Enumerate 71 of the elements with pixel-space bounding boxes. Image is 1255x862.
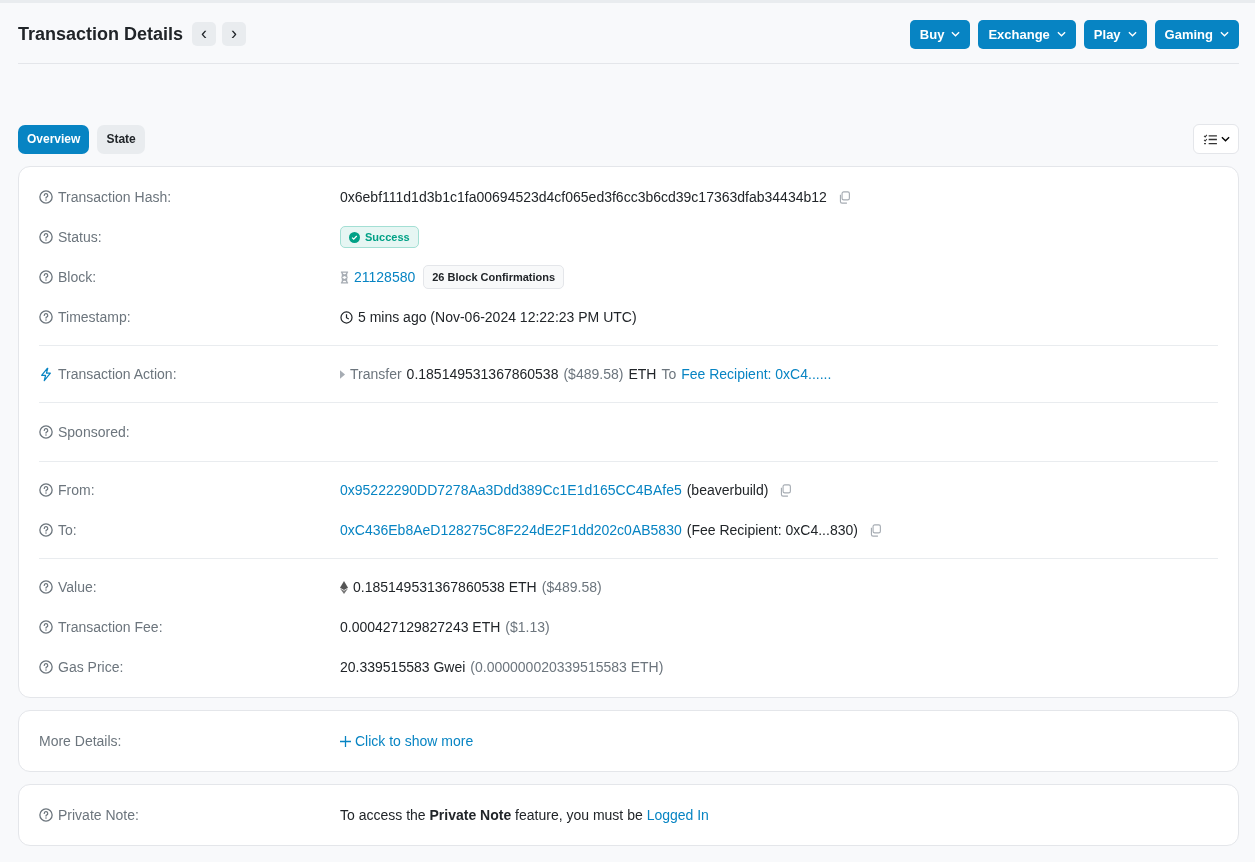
help-icon[interactable] [39,230,53,244]
check-circle-icon [349,231,360,243]
help-icon[interactable] [39,190,53,204]
show-more-link[interactable]: Click to show more [340,733,474,749]
field-label: To: [58,522,77,538]
chevron-down-icon [951,31,961,37]
value-text: 20.339515583 Gwei [340,659,466,675]
value-text: 0x6ebf111d1d3b1c1fa00694523d4cf065ed3f6cc3b6cd39c17363dfab34434b12 [340,189,827,205]
help-icon[interactable] [39,270,53,284]
field-label: Transaction Action: [58,366,177,382]
value-text: 0.185149531367860538 [406,366,559,382]
plus-icon [340,735,351,747]
field-label: From: [58,482,95,498]
lightning-icon [39,366,53,382]
field-label: Status: [58,229,102,245]
address-link[interactable]: 0x95222290DD7278Aa3Ddd389Cc1E1d165CC4BAfe5 [340,482,682,498]
help-icon[interactable] [39,580,53,594]
tab[interactable]: Overview [18,124,90,154]
chevron-down-icon [1220,31,1229,37]
status-badge: Success [340,226,419,248]
value-text: 0.000427129827243 ETH [340,619,501,635]
field-label: Private Note: [58,807,139,823]
help-icon[interactable] [39,808,53,822]
value-text: Transfer [350,366,402,382]
help-icon[interactable] [39,523,53,537]
field-label: Value: [58,579,97,595]
menu-dropdown-button[interactable]: Gaming [1154,19,1239,49]
login-link[interactable]: Logged In [646,807,709,823]
field-label: Timestamp: [58,309,131,325]
value-text: ETH [628,366,657,382]
chevron-down-icon [1220,136,1230,142]
help-icon[interactable] [39,483,53,497]
chevron-down-icon [1127,31,1137,37]
help-icon[interactable] [39,425,53,439]
field-label: Sponsored: [58,424,130,440]
previous-button[interactable]: ‹ [192,22,217,46]
value-text: ($1.13) [505,619,550,635]
value-text: (0.000000020339515583 ETH) [470,659,664,675]
view-options-button[interactable] [1193,124,1239,154]
value-text: ($489.58) [563,366,624,382]
field-label: Block: [58,269,97,285]
field-label: Gas Price: [58,659,124,675]
help-icon[interactable] [39,660,53,674]
private-note-message: To access the Private Note feature, you must be Logged In [340,807,709,823]
field-label: Transaction Hash: [58,189,172,205]
chevron-down-icon [1056,31,1066,37]
help-icon[interactable] [39,310,53,324]
field-label: More Details: [39,733,122,749]
menu-dropdown-button[interactable]: Play [1083,19,1147,49]
menu-dropdown-button[interactable]: Exchange [978,19,1076,49]
clock-icon [340,310,353,324]
menu-dropdown-button[interactable]: Buy [909,19,971,49]
next-button[interactable]: › [222,22,247,46]
address-link[interactable]: 21128580 [354,269,416,285]
checklist-icon [1202,133,1218,145]
caret-right-icon [340,369,345,379]
value-text: (beaverbuild) [686,482,769,498]
hourglass-icon [340,270,349,284]
value-text: To [661,366,677,382]
confirmations-badge: 26 Block Confirmations [423,265,565,289]
value-text: ($489.58) [541,579,602,595]
field-label: Transaction Fee: [58,619,163,635]
tab[interactable]: State [97,124,145,154]
value-text: 0.185149531367860538 ETH [353,579,537,595]
value-text: 5 mins ago (Nov-06-2024 12:22:23 PM UTC) [358,309,637,325]
address-link[interactable]: Fee Recipient: 0xC4...... [681,366,832,382]
value-text: (Fee Recipient: 0xC4...830) [686,522,858,538]
ethereum-icon [340,580,348,594]
address-link[interactable]: 0xC436Eb8AeD128275C8F224dE2F1dd202c0AB5830 [340,522,682,538]
page-title: Transaction Details [18,23,184,45]
help-icon[interactable] [39,620,53,634]
